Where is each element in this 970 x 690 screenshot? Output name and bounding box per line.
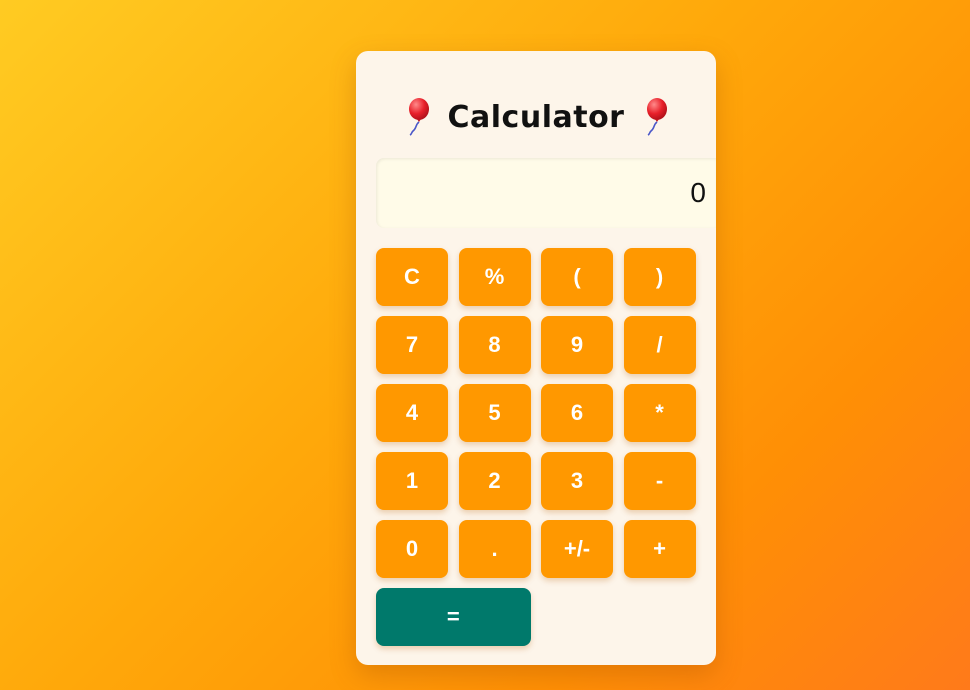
key-negate[interactable]: +/- — [541, 520, 613, 578]
balloon-icon — [408, 98, 429, 136]
key-close-paren[interactable]: ) — [623, 248, 696, 306]
key-2[interactable]: 2 — [458, 452, 531, 510]
key-9[interactable]: 9 — [541, 316, 613, 374]
key-6[interactable]: 6 — [541, 384, 613, 442]
key-add[interactable]: + — [623, 520, 696, 578]
key-multiply[interactable]: * — [623, 384, 696, 442]
page-title: Calculator — [447, 99, 625, 135]
key-decimal[interactable]: . — [458, 520, 531, 578]
key-divide[interactable]: / — [623, 316, 696, 374]
calculator-card: Calculator 0 C % ( ) 7 8 9 / 4 5 6 * 1 2… — [356, 51, 716, 665]
key-clear[interactable]: C — [376, 248, 448, 306]
title-row: Calculator — [356, 95, 716, 139]
key-0[interactable]: 0 — [376, 520, 448, 578]
key-open-paren[interactable]: ( — [541, 248, 613, 306]
key-5[interactable]: 5 — [458, 384, 531, 442]
calculator-display: 0 — [376, 158, 716, 228]
key-3[interactable]: 3 — [541, 452, 613, 510]
key-1[interactable]: 1 — [376, 452, 448, 510]
key-subtract[interactable]: - — [623, 452, 696, 510]
key-7[interactable]: 7 — [376, 316, 448, 374]
key-percent[interactable]: % — [458, 248, 531, 306]
keypad: C % ( ) 7 8 9 / 4 5 6 * 1 2 3 - 0 . +/- … — [376, 248, 696, 646]
balloon-icon — [647, 98, 668, 136]
key-8[interactable]: 8 — [458, 316, 531, 374]
key-4[interactable]: 4 — [376, 384, 448, 442]
equals-button[interactable]: = — [376, 588, 531, 646]
